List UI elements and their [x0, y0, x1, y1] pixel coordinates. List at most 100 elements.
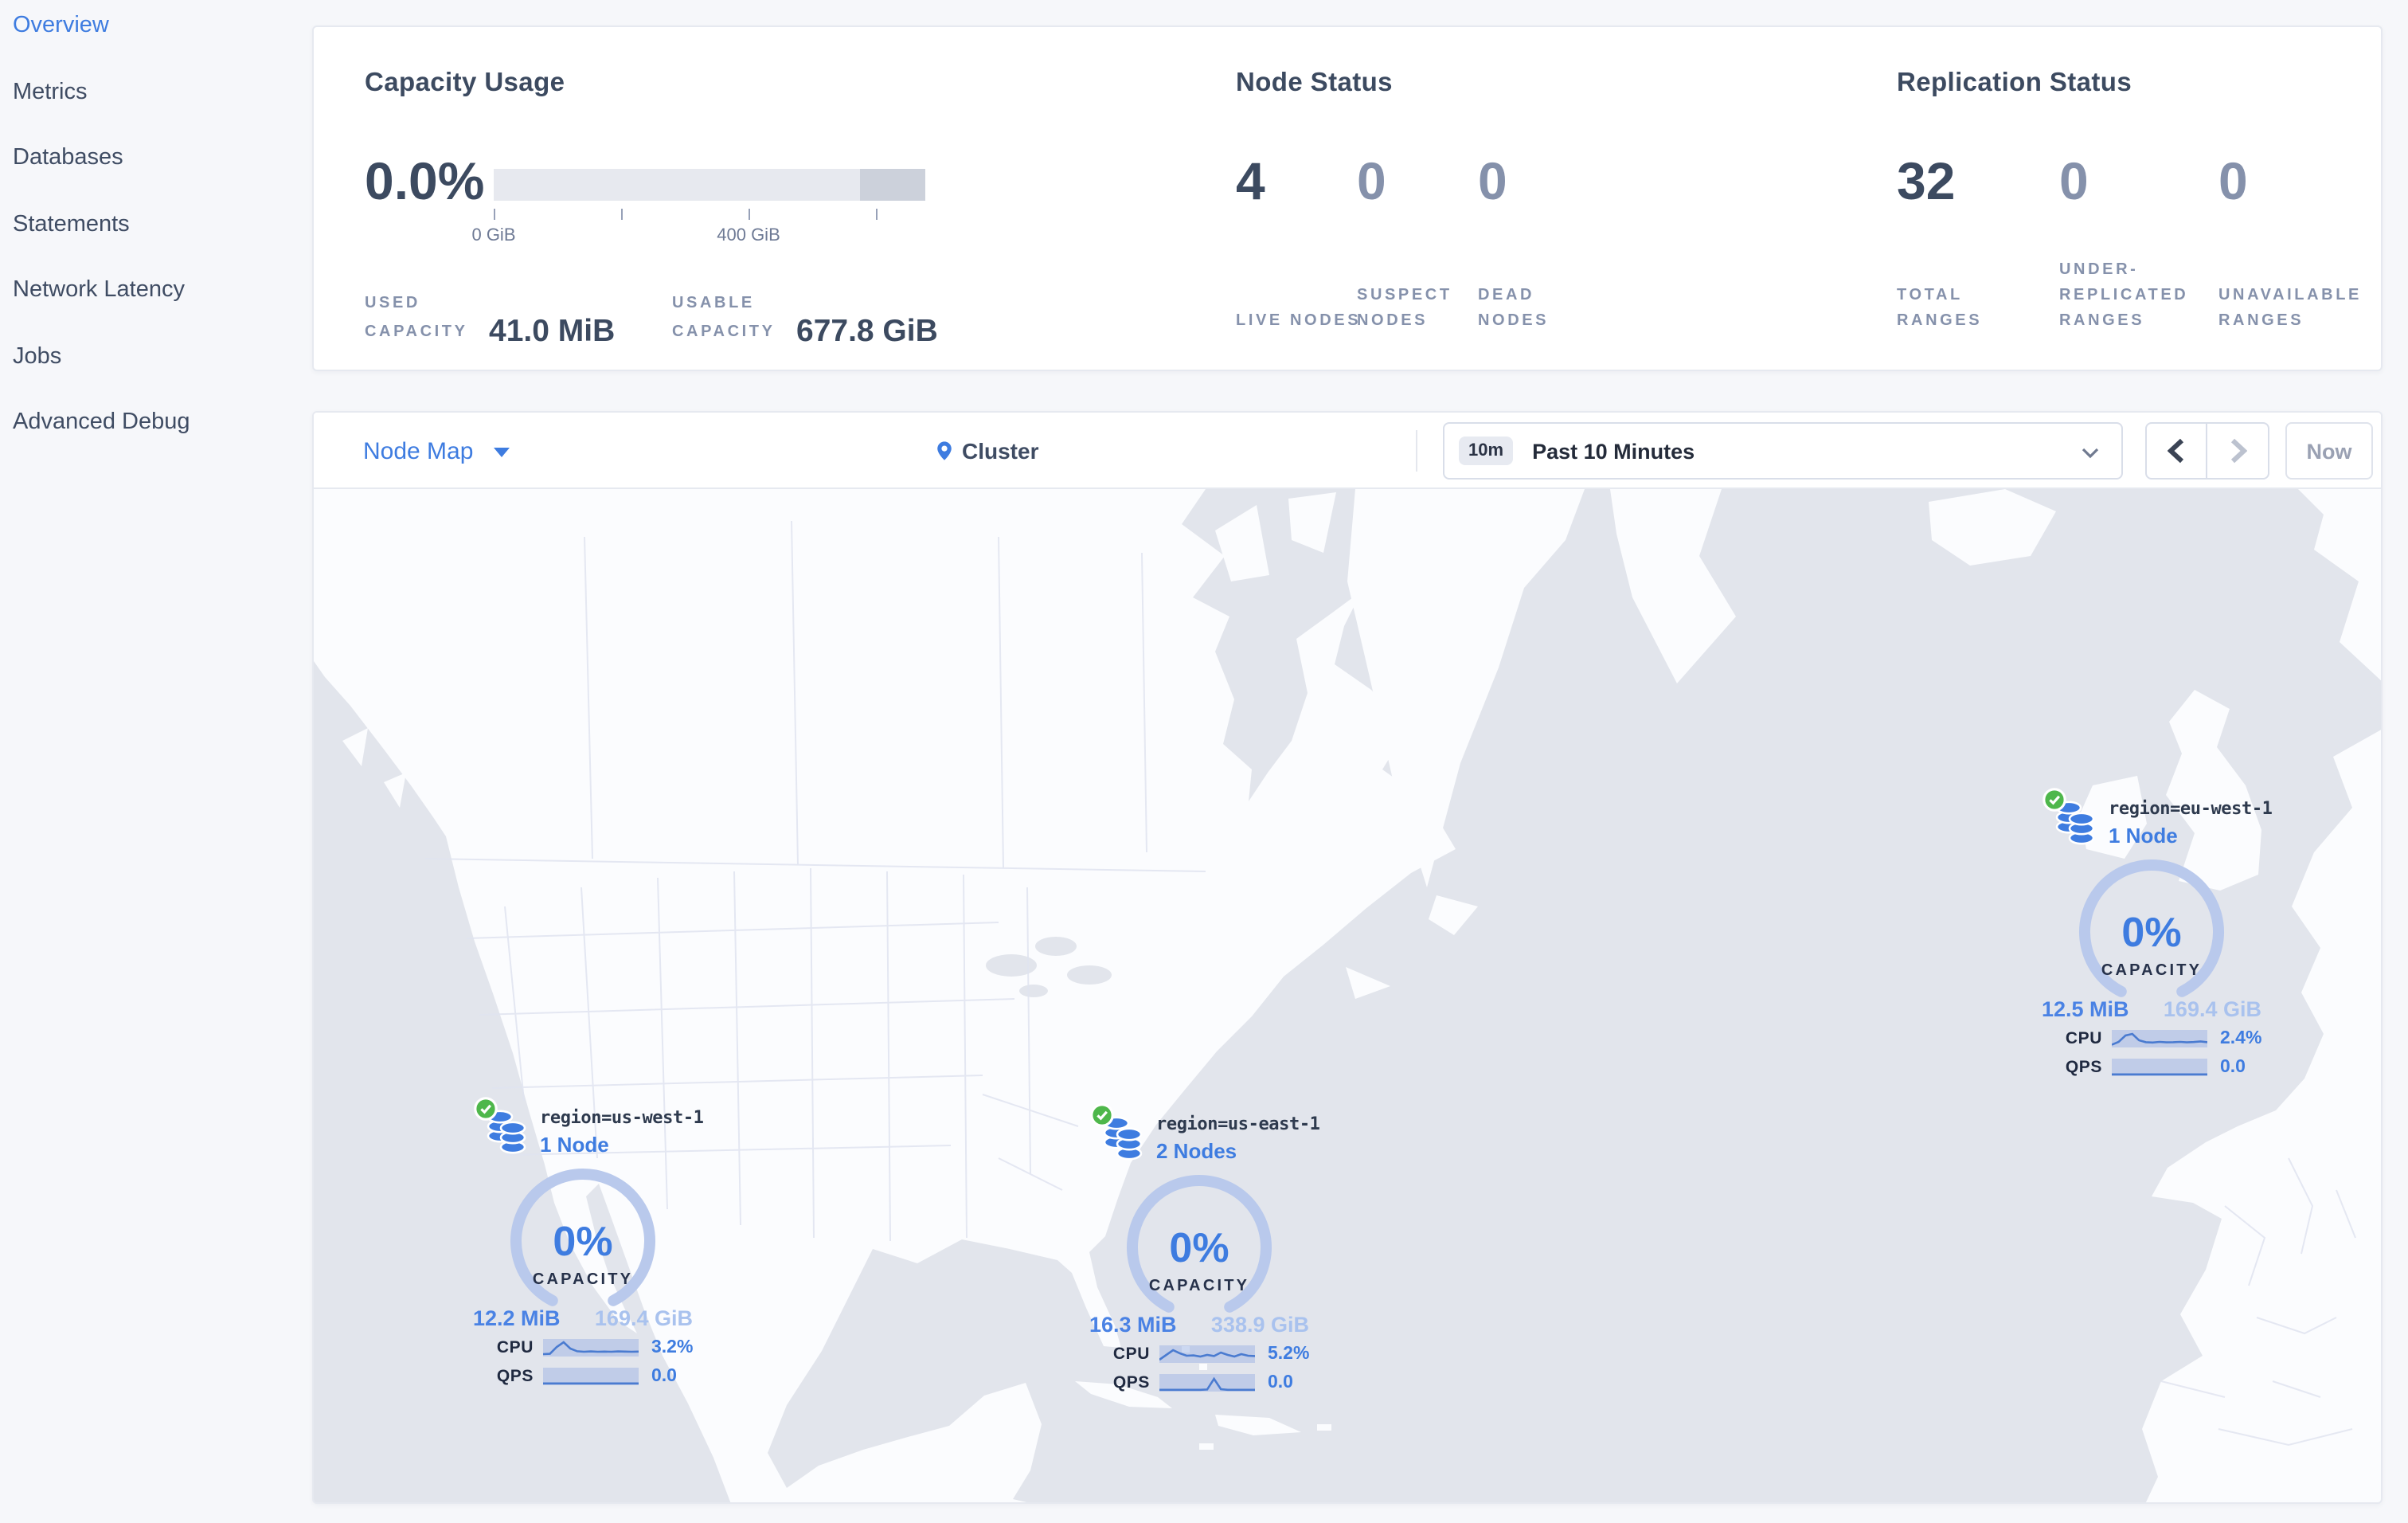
gauge-capacity-word: CAPACITY — [533, 1270, 633, 1288]
cpu-row: CPU 5.2% — [1080, 1343, 1319, 1365]
dead-nodes-label: DEAD NODES — [1478, 287, 1550, 330]
now-button[interactable]: Now — [2285, 422, 2373, 480]
view-mode-label: Node Map — [363, 437, 474, 464]
cluster-summary-panel: Capacity Usage 0.0% 0 GiB 400 GiB USED C… — [312, 25, 2383, 371]
healthy-check-icon — [474, 1097, 498, 1121]
used-capacity-value: 41.0 MiB — [489, 314, 616, 349]
replication-status-title: Replication Status — [1897, 69, 2132, 97]
cpu-row: CPU 2.4% — [2032, 1028, 2271, 1050]
sidebar: Overview Metrics Databases Statements Ne… — [0, 0, 312, 1523]
healthy-check-icon — [1090, 1103, 1114, 1127]
qps-sparkline — [543, 1368, 639, 1385]
node-status-title: Node Status — [1236, 69, 1393, 97]
chevron-down-icon — [494, 448, 510, 457]
usable-capacity-stat: USABLE CAPACITY 677.8 GiB — [672, 290, 938, 349]
world-map[interactable]: region=us-west-1 1 Node 0% CAPACITY 12.2… — [314, 489, 2381, 1502]
time-prev-button[interactable] — [2147, 424, 2207, 478]
marker-header: region=eu-west-1 1 Node — [2032, 788, 2273, 859]
under-replicated-label: UNDER-REPLICATED RANGES — [2059, 261, 2189, 330]
qps-row: QPS 0.0 — [1080, 1372, 1319, 1394]
used-capacity-stat: USED CAPACITY 41.0 MiB — [365, 290, 615, 349]
sidebar-item-network-latency[interactable]: Network Latency — [0, 258, 312, 324]
breadcrumb-label: Cluster — [962, 438, 1039, 464]
capacity-gauge: 0% CAPACITY — [1116, 1174, 1282, 1329]
view-mode-dropdown[interactable]: Node Map — [363, 413, 510, 489]
live-nodes-count: 4 — [1236, 151, 1265, 210]
sidebar-item-metrics[interactable]: Metrics — [0, 60, 312, 126]
qps-label: QPS — [2065, 1058, 2102, 1077]
gauge-percent: 0% — [1169, 1225, 1229, 1271]
capacity-tick — [494, 209, 495, 220]
suspect-nodes-count: 0 — [1357, 151, 1386, 210]
capacity-gauge: 0% CAPACITY — [2069, 859, 2234, 1013]
marker-labels: region=us-east-1 2 Nodes — [1156, 1114, 1320, 1174]
time-range-label: Past 10 Minutes — [1532, 439, 1695, 463]
usable-capacity-label: USABLE CAPACITY — [672, 295, 776, 340]
qps-label: QPS — [1112, 1373, 1150, 1392]
qps-row: QPS 0.0 — [2032, 1056, 2271, 1079]
capacity-tick — [621, 209, 623, 220]
sidebar-nav-list: Overview Metrics Databases Statements Ne… — [0, 0, 312, 456]
node-count: 1 Node — [540, 1133, 609, 1157]
healthy-check-icon — [2042, 788, 2066, 812]
cpu-sparkline — [543, 1339, 639, 1357]
database-stack-icon — [474, 1097, 527, 1155]
node-count: 1 Node — [2109, 824, 2178, 848]
gauge-percent: 0% — [553, 1219, 612, 1265]
usable-capacity-value: 677.8 GiB — [796, 314, 938, 349]
cpu-value: 5.2% — [1268, 1345, 1310, 1364]
cpu-value: 2.4% — [2220, 1029, 2262, 1048]
total-ranges-label: TOTAL RANGES — [1897, 287, 1983, 330]
capacity-percent: 0.0% — [365, 151, 485, 210]
capacity-usage-title: Capacity Usage — [365, 69, 565, 97]
sidebar-item-statements[interactable]: Statements — [0, 192, 312, 258]
qps-value: 0.0 — [1268, 1373, 1293, 1392]
sidebar-item-overview[interactable]: Overview — [0, 0, 312, 60]
marker-header: region=us-east-1 2 Nodes — [1080, 1103, 1320, 1174]
marker-header: region=us-west-1 1 Node — [463, 1097, 704, 1168]
under-replicated-count: 0 — [2059, 151, 2089, 210]
qps-sparkline — [2112, 1059, 2207, 1076]
marker-labels: region=us-west-1 1 Node — [540, 1107, 704, 1168]
region-label: region=us-east-1 — [1156, 1114, 1320, 1134]
capacity-tick-label-0: 0 GiB — [471, 226, 516, 245]
cpu-sparkline — [1159, 1345, 1255, 1363]
db-console-page: Overview Metrics Databases Statements Ne… — [0, 0, 2408, 1523]
map-pin-icon — [937, 441, 952, 460]
suspect-nodes-label: SUSPECT NODES — [1357, 287, 1452, 330]
gauge-capacity-word: CAPACITY — [2101, 961, 2202, 979]
toolbar-divider — [1416, 430, 1417, 472]
used-capacity-label: USED CAPACITY — [365, 295, 468, 340]
cpu-sparkline — [2112, 1030, 2207, 1047]
cpu-value: 3.2% — [651, 1338, 694, 1357]
qps-label: QPS — [496, 1367, 534, 1386]
cpu-label: CPU — [1112, 1345, 1150, 1364]
sidebar-item-databases[interactable]: Databases — [0, 126, 312, 192]
time-step-buttons — [2145, 422, 2269, 480]
node-marker-us-east-1[interactable]: region=us-east-1 2 Nodes 0% CAPACITY 16.… — [1080, 1103, 1320, 1394]
database-stack-icon — [2042, 788, 2096, 846]
capacity-tick-label-400: 400 GiB — [717, 226, 780, 245]
node-marker-us-west-1[interactable]: region=us-west-1 1 Node 0% CAPACITY 12.2… — [463, 1097, 704, 1388]
capacity-tick — [749, 209, 750, 220]
cpu-label: CPU — [496, 1338, 534, 1357]
cpu-label: CPU — [2065, 1029, 2102, 1048]
node-count: 2 Nodes — [1156, 1139, 1237, 1163]
chevron-down-icon — [2082, 448, 2099, 459]
node-marker-eu-west-1[interactable]: region=eu-west-1 1 Node 0% CAPACITY 12.5… — [2032, 788, 2273, 1079]
total-ranges-count: 32 — [1897, 151, 1956, 210]
time-range-select[interactable]: 10m Past 10 Minutes — [1443, 422, 2123, 480]
breadcrumb-cluster[interactable]: Cluster — [933, 413, 1038, 489]
qps-value: 0.0 — [2220, 1058, 2246, 1077]
sidebar-item-jobs[interactable]: Jobs — [0, 324, 312, 390]
time-next-button[interactable] — [2207, 424, 2268, 478]
chevron-left-icon — [2168, 438, 2184, 464]
region-label: region=us-west-1 — [540, 1107, 704, 1128]
unavailable-ranges-label: UNAVAILABLE RANGES — [2218, 287, 2362, 330]
unavailable-ranges-count: 0 — [2218, 151, 2248, 210]
map-toolbar: Node Map Cluster 10m Past 10 Minutes Now — [314, 413, 2381, 489]
marker-labels: region=eu-west-1 1 Node — [2109, 798, 2273, 859]
region-label: region=eu-west-1 — [2109, 798, 2273, 819]
time-range-badge: 10m — [1459, 437, 1514, 465]
sidebar-item-advanced-debug[interactable]: Advanced Debug — [0, 390, 312, 456]
